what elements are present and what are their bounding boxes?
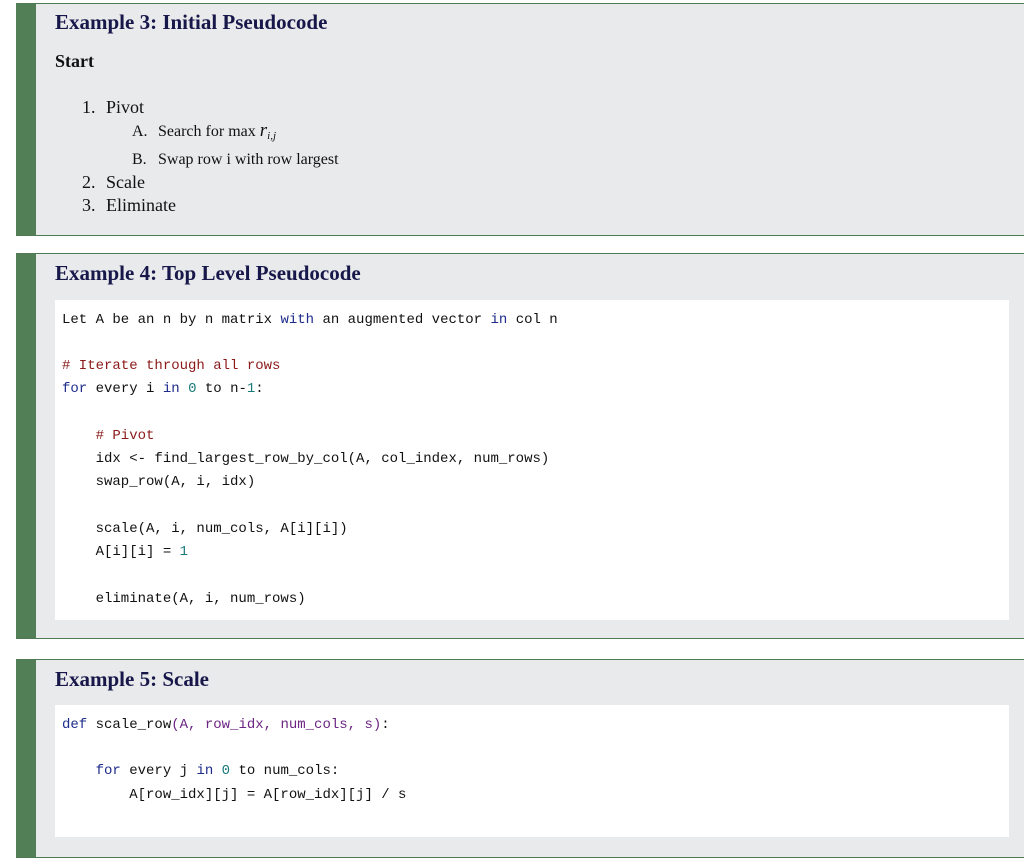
code-block: def scale_row(A, row_idx, num_cols, s): … (55, 705, 1009, 837)
math-subscript: i,j (267, 130, 277, 142)
substep-number: B. (132, 151, 147, 168)
substep-label: Search for max (158, 123, 260, 140)
step-label: Eliminate (106, 195, 176, 215)
code-line: scale(A, i, num_cols, A[i][i]) (62, 521, 348, 537)
example-3-block: Example 3: Initial Pseudocode Start 1. Pi… (16, 3, 1024, 236)
step-label: Pivot (106, 97, 145, 117)
substeps-list: A. Search for max ri,j B. Swap row i with … (82, 119, 339, 171)
code-line: A[i][i] = 1 (62, 544, 189, 560)
step-number: 1. (82, 97, 96, 117)
substep-number: A. (132, 123, 148, 140)
code-comment: # Iterate through all rows (62, 358, 281, 374)
code-line: eliminate(A, i, num_rows) (62, 591, 306, 607)
example-4-block: Example 4: Top Level Pseudocode Let A be… (16, 253, 1024, 639)
list-item: 3. Eliminate (82, 194, 339, 217)
list-item: B. Swap row i with row largest (132, 148, 339, 171)
code-line: Let A be an n by n matrix with an augmen… (62, 312, 558, 328)
step-number: 2. (82, 172, 96, 192)
steps-list: 1. Pivot A. Search for max ri,j B. Swap row… (82, 96, 339, 217)
accent-bar (16, 254, 36, 638)
list-item: 2. Scale (82, 171, 339, 194)
substep-label: Swap row i with row largest (158, 151, 339, 168)
example-5-block: Example 5: Scale def scale_row(A, row_id… (16, 659, 1024, 858)
example-5-title: Example 5: Scale (55, 667, 209, 691)
code-comment: # Pivot (62, 428, 155, 444)
code-line: swap_row(A, i, idx) (62, 474, 256, 490)
start-label: Start (55, 51, 94, 71)
example-4-title: Example 4: Top Level Pseudocode (55, 261, 361, 285)
code-line: A[row_idx][j] = A[row_idx][j] / s (62, 787, 407, 803)
list-item: 1. Pivot A. Search for max ri,j B. Swap row… (82, 96, 339, 171)
code-line: def scale_row(A, row_idx, num_cols, s): (62, 717, 390, 733)
accent-bar (16, 4, 36, 235)
code-block: Let A be an n by n matrix with an augmen… (55, 300, 1009, 620)
code-line: idx <- find_largest_row_by_col(A, col_in… (62, 451, 550, 467)
step-number: 3. (82, 195, 96, 215)
code-line: for every j in 0 to num_cols: (62, 763, 340, 779)
accent-bar (16, 660, 36, 857)
example-3-title: Example 3: Initial Pseudocode (55, 10, 328, 34)
step-label: Scale (106, 172, 145, 192)
list-item: A. Search for max ri,j (132, 119, 339, 148)
code-line: for every i in 0 to n-1: (62, 381, 264, 397)
